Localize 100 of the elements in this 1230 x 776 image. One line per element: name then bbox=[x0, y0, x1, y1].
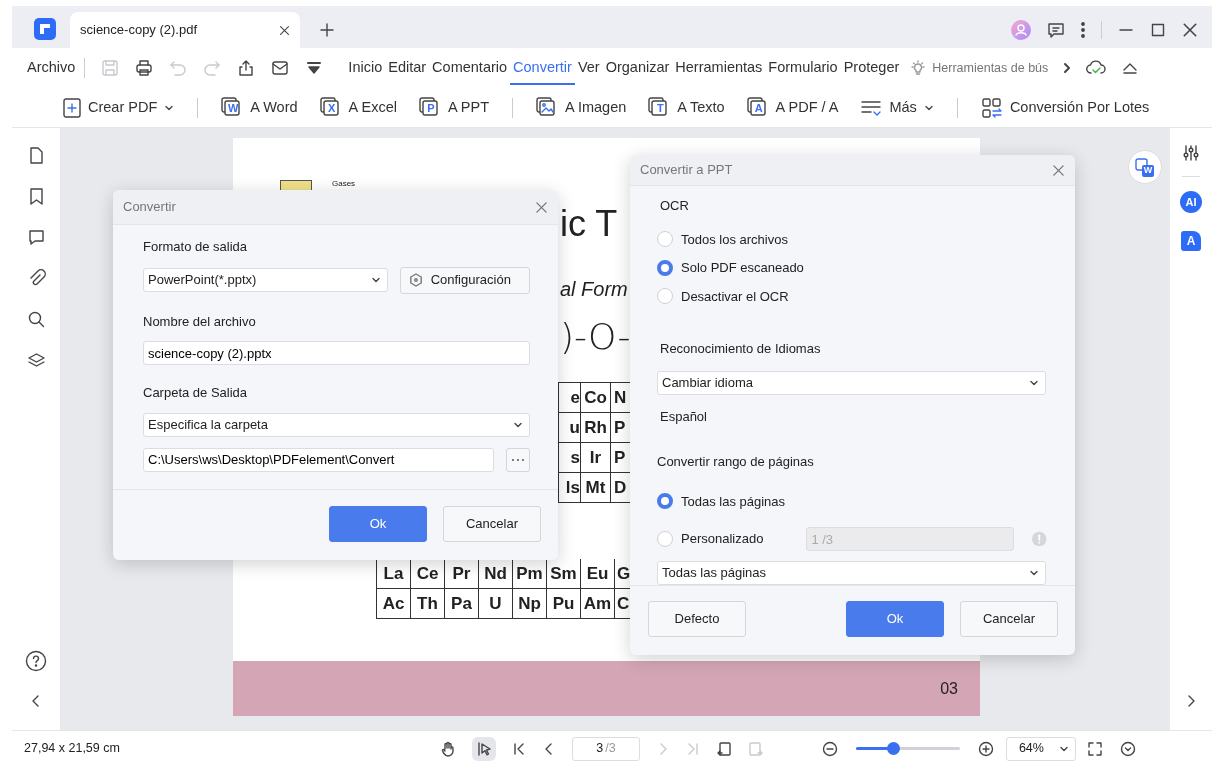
first-page-icon[interactable] bbox=[511, 741, 526, 756]
settings-icon bbox=[408, 273, 423, 287]
element-cell: Eu bbox=[581, 559, 615, 589]
expand-icon[interactable] bbox=[1119, 740, 1136, 757]
settings-button[interactable]: Configuración bbox=[399, 266, 530, 294]
more-icon[interactable] bbox=[1081, 22, 1085, 38]
new-tab-icon[interactable] bbox=[320, 23, 334, 37]
dialog-title: Convertir a PPT bbox=[640, 161, 733, 180]
menu-tab[interactable]: Editar bbox=[385, 51, 430, 85]
legend-label: Gases bbox=[332, 178, 356, 190]
ok-button[interactable]: Ok bbox=[846, 601, 944, 637]
radio-button[interactable] bbox=[657, 259, 673, 276]
element-cell: Np bbox=[513, 589, 547, 619]
language-select[interactable]: Cambiar idioma bbox=[657, 370, 1046, 395]
search-icon[interactable] bbox=[26, 310, 46, 329]
page-number: 03 bbox=[940, 678, 958, 699]
toolbar-button[interactable]: Más bbox=[849, 96, 945, 119]
help-icon[interactable] bbox=[25, 650, 47, 672]
ai-assistant-button[interactable]: AI bbox=[1180, 191, 1202, 213]
option-label: Personalizado bbox=[681, 530, 764, 549]
cloud-sync-icon[interactable] bbox=[1086, 59, 1107, 77]
element-cell: s bbox=[559, 443, 581, 473]
element-cell: ls bbox=[559, 473, 581, 503]
hand-tool-icon[interactable] bbox=[439, 740, 456, 757]
close-icon[interactable] bbox=[535, 200, 548, 214]
document-convert-icon: A bbox=[746, 96, 769, 119]
convert-to-word-button[interactable]: W bbox=[1128, 150, 1162, 184]
feedback-icon[interactable] bbox=[1047, 21, 1065, 39]
app-logo-icon bbox=[34, 18, 56, 40]
menu-tab[interactable]: Inicio bbox=[345, 51, 386, 85]
close-icon[interactable] bbox=[279, 24, 290, 36]
language-value: Español bbox=[660, 407, 708, 426]
toolbar-button[interactable]: P A PPT bbox=[407, 96, 501, 119]
file-menu[interactable]: Archivo bbox=[24, 51, 79, 85]
zoom-in-icon[interactable] bbox=[977, 740, 994, 757]
share-icon[interactable] bbox=[237, 59, 256, 77]
file-name-field[interactable]: science-copy (2).pptx bbox=[143, 341, 530, 365]
sliders-icon[interactable] bbox=[1182, 144, 1200, 162]
menu-tab[interactable]: Comentario bbox=[429, 51, 511, 85]
element-cell: Ac bbox=[377, 589, 411, 619]
mail-icon[interactable] bbox=[271, 59, 290, 77]
radio-button[interactable] bbox=[657, 493, 673, 510]
option-label: Todas las páginas bbox=[681, 492, 786, 511]
chevron-left-icon[interactable] bbox=[31, 694, 41, 708]
layers-icon[interactable] bbox=[26, 351, 46, 370]
document-convert-icon: X bbox=[319, 96, 342, 119]
menu-tab[interactable]: Formulario bbox=[765, 51, 841, 85]
formula-text: )-O- bbox=[560, 315, 631, 359]
element-cell: Ir bbox=[581, 443, 611, 473]
print-icon[interactable] bbox=[135, 59, 154, 77]
translate-button[interactable]: A bbox=[1181, 231, 1201, 251]
document-title: ic T bbox=[560, 204, 618, 244]
toolbar-button[interactable]: T A Texto bbox=[637, 96, 736, 119]
format-select[interactable]: PowerPoint(*.pptx) bbox=[143, 268, 388, 292]
zoom-select[interactable]: 64% bbox=[1005, 736, 1076, 761]
element-cell: Pa bbox=[445, 589, 479, 619]
option-label: Todos los archivos bbox=[681, 230, 788, 249]
element-cell: Co bbox=[581, 383, 611, 413]
menu-tab[interactable]: Convertir bbox=[510, 51, 575, 85]
lightbulb-icon bbox=[910, 60, 927, 76]
element-cell: Rh bbox=[581, 413, 611, 443]
field-label: Nombre del archivo bbox=[143, 312, 257, 331]
document-subtitle: al Form bbox=[560, 278, 628, 300]
element-cell: Am bbox=[581, 589, 615, 619]
element-cell: Mt bbox=[581, 473, 611, 503]
rotate-left-icon[interactable] bbox=[715, 740, 732, 757]
folder-select[interactable]: Especifica la carpeta bbox=[143, 412, 530, 437]
add-file-icon bbox=[63, 97, 81, 118]
toolbar-button[interactable]: A A PDF / A bbox=[735, 96, 850, 119]
toolbar-button[interactable]: A Imagen bbox=[525, 96, 638, 119]
default-button[interactable]: Defecto bbox=[648, 601, 746, 637]
section-label: Reconocimiento de Idiomas bbox=[660, 340, 822, 358]
close-icon[interactable] bbox=[1052, 163, 1065, 177]
maximize-icon[interactable] bbox=[1150, 22, 1166, 38]
menu-tab[interactable]: Herramientas bbox=[672, 51, 766, 85]
search-field[interactable]: Herramientas de bús bbox=[930, 57, 1059, 79]
collapse-icon[interactable] bbox=[1122, 62, 1139, 74]
cancel-button[interactable]: Cancelar bbox=[443, 506, 541, 542]
fit-screen-icon[interactable] bbox=[1087, 741, 1102, 756]
toolbar-button[interactable]: Conversión Por Lotes bbox=[969, 96, 1161, 119]
menu-tab[interactable]: Proteger bbox=[840, 51, 903, 85]
chevron-down-icon bbox=[370, 275, 381, 285]
ok-button[interactable]: Ok bbox=[329, 506, 427, 542]
page-range-select[interactable]: Todas las páginas bbox=[657, 561, 1046, 585]
comment-icon[interactable] bbox=[26, 228, 46, 247]
list-icon bbox=[860, 98, 883, 117]
close-icon[interactable] bbox=[1182, 22, 1198, 38]
toolbar-button[interactable]: Crear PDF bbox=[52, 96, 186, 119]
cancel-button[interactable]: Cancelar bbox=[960, 601, 1058, 637]
menu-tab[interactable]: Organizar bbox=[602, 51, 673, 85]
toolbar-button[interactable]: X A Excel bbox=[308, 96, 408, 119]
document-tab[interactable]: science-copy (2).pdf bbox=[70, 12, 300, 48]
menu-tab[interactable]: Ver bbox=[574, 51, 603, 85]
page-number-field[interactable]: 3 /3 bbox=[571, 736, 640, 761]
chevron-right-icon[interactable] bbox=[1186, 694, 1196, 708]
option-label: Solo PDF escaneado bbox=[681, 259, 804, 277]
folder-path-field[interactable]: C:\Users\ws\Desktop\PDFelement\Convert bbox=[143, 447, 495, 472]
select-tool-icon[interactable] bbox=[475, 740, 492, 757]
ellipsis-icon bbox=[511, 457, 526, 462]
zoom-out-icon[interactable] bbox=[821, 740, 838, 757]
